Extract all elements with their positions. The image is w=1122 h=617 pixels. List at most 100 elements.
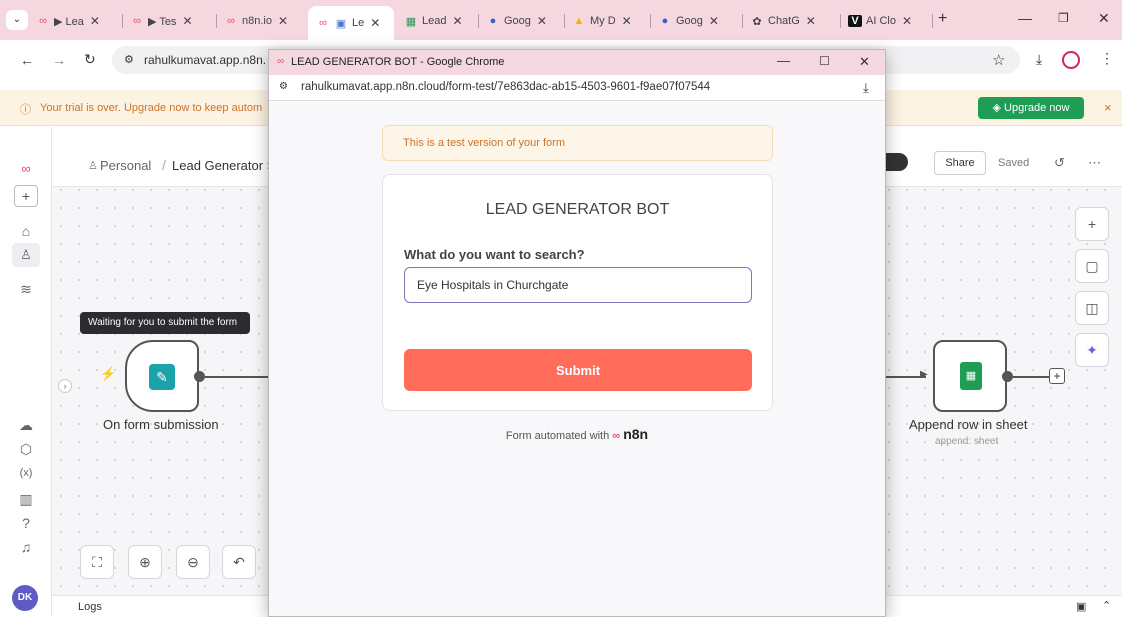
v-icon: V — [848, 15, 862, 27]
add-button[interactable]: + — [14, 185, 38, 207]
notifications-icon[interactable]: ♫ — [16, 537, 36, 557]
submit-button[interactable]: Submit — [404, 349, 752, 391]
address-text: rahulkumavat.app.n8n. — [144, 53, 267, 67]
close-window-icon[interactable]: ✕ — [1098, 10, 1110, 27]
app-sidebar: ∞ + ⌂ ♙ ≋ › ☁ ⬡ (x) ▥ ? ♫ DK — [0, 127, 72, 617]
browser-tab[interactable]: ● Goog ✕ — [486, 8, 560, 34]
close-icon[interactable]: ✕ — [278, 14, 288, 28]
sheets-icon: ▦ — [960, 362, 982, 390]
browser-tab[interactable]: ∞ n8n.io ✕ — [224, 8, 304, 34]
node-title: On form submission — [103, 417, 219, 432]
browser-tab[interactable]: ● Goog ✕ — [658, 8, 738, 34]
breadcrumb-owner[interactable]: Personal — [100, 158, 151, 173]
browser-tab-active[interactable]: ∞ ▣ Le ✕ — [308, 6, 394, 40]
add-node-button[interactable]: + — [1075, 207, 1109, 241]
logs-panel-icon[interactable]: ▣ — [1076, 600, 1086, 613]
chevron-up-icon[interactable]: ⌃ — [1102, 599, 1111, 612]
download-icon[interactable]: ⤓ — [1036, 51, 1042, 68]
add-node-icon[interactable]: + — [1049, 368, 1065, 384]
close-icon[interactable]: ✕ — [90, 14, 100, 28]
close-icon[interactable]: ✕ — [902, 14, 912, 28]
info-icon: ⓘ — [20, 104, 31, 116]
question-label: What do you want to search? — [404, 247, 585, 262]
logs-label: Logs — [78, 601, 102, 613]
expand-sidebar-icon[interactable]: › — [58, 379, 72, 393]
layers-icon[interactable]: ≋ — [16, 279, 36, 299]
new-tab-icon[interactable]: + — [938, 10, 947, 28]
restore-icon[interactable]: ☐ — [819, 54, 830, 68]
personal-icon[interactable]: ♙ — [12, 243, 40, 267]
browser-tab[interactable]: ✿ ChatG ✕ — [750, 8, 836, 34]
waiting-tooltip: Waiting for you to submit the form — [80, 312, 250, 334]
popup-window-title: LEAD GENERATOR BOT - Google Chrome — [291, 56, 505, 68]
connection-line — [1013, 376, 1049, 378]
templates-icon[interactable]: ⬡ — [16, 439, 36, 459]
undo-icon[interactable]: ↶ — [222, 545, 256, 579]
close-icon[interactable]: ✕ — [622, 14, 632, 28]
close-icon[interactable]: ✕ — [370, 16, 380, 30]
saved-status: Saved — [998, 157, 1030, 169]
n8n-logo-icon[interactable]: ∞ — [16, 159, 36, 179]
browser-tab[interactable]: ▲ My D ✕ — [572, 8, 646, 34]
minimize-icon[interactable]: — — [777, 53, 790, 68]
popup-address-bar[interactable]: ⚙ rahulkumavat.app.n8n.cloud/form-test/7… — [269, 75, 885, 101]
form-footer: Form automated with ∞ n8n — [505, 426, 649, 442]
restore-icon[interactable]: ❐ — [1058, 11, 1069, 25]
more-icon[interactable]: ⋯ — [1088, 155, 1101, 171]
close-icon[interactable]: ✕ — [537, 14, 547, 28]
form-trigger-node[interactable]: ✎ — [125, 340, 199, 412]
browser-tab[interactable]: ∞ ▶ Tes ✕ — [130, 8, 212, 34]
tab-divider — [478, 14, 479, 28]
fit-view-button[interactable]: ⛶ — [80, 545, 114, 579]
banner-close-icon[interactable]: × — [1104, 100, 1112, 115]
cloud-icon[interactable]: ☁ — [16, 415, 36, 435]
minimize-icon[interactable]: — — [1018, 10, 1032, 26]
back-icon[interactable]: ← — [20, 52, 34, 68]
site-info-icon[interactable]: ⚙ — [279, 81, 288, 92]
node-connector-dot[interactable] — [194, 371, 205, 382]
workflow-name[interactable]: Lead Generator S — [172, 158, 275, 173]
close-icon[interactable]: ✕ — [709, 14, 719, 28]
panel-toggle-button[interactable]: ◫ — [1075, 291, 1109, 325]
n8n-logo-icon: ∞ — [612, 430, 621, 442]
browser-tab[interactable]: ▦ Lead ✕ — [404, 8, 474, 34]
tab-divider — [840, 14, 841, 28]
browser-tab[interactable]: ∞ ▶ Lea ✕ — [36, 8, 118, 34]
ai-assistant-button[interactable]: ✦ — [1075, 333, 1109, 367]
share-button[interactable]: Share — [934, 151, 986, 175]
chatgpt-icon: ✿ — [752, 15, 762, 28]
history-icon[interactable]: ↺ — [1054, 155, 1065, 171]
node-connector-dot[interactable] — [1002, 371, 1013, 382]
n8n-icon: ∞ — [277, 56, 285, 67]
close-icon[interactable]: ✕ — [182, 14, 192, 28]
upgrade-button[interactable]: ◈ Upgrade now — [978, 97, 1084, 119]
zoom-in-icon[interactable]: ⊕ — [128, 545, 162, 579]
popup-titlebar: ∞ LEAD GENERATOR BOT - Google Chrome — ☐… — [269, 50, 885, 75]
forward-icon[interactable]: → — [52, 52, 66, 68]
banner-text: Your trial is over. Upgrade now to keep … — [40, 102, 263, 114]
search-input[interactable] — [404, 267, 752, 303]
close-icon[interactable]: ✕ — [806, 14, 816, 28]
browser-tab[interactable]: V AI Clo ✕ — [848, 8, 928, 34]
help-icon[interactable]: ? — [16, 513, 36, 533]
avatar[interactable]: DK — [12, 585, 38, 611]
sheets-node[interactable]: ▦ — [933, 340, 1007, 412]
home-icon[interactable]: ⌂ — [16, 221, 36, 241]
profile-icon[interactable] — [1062, 51, 1080, 69]
tab-search-dropdown[interactable]: ⌄ — [6, 10, 28, 30]
download-icon[interactable]: ⤓ — [863, 80, 869, 96]
n8n-icon: ∞ — [39, 15, 47, 27]
bookmark-star-icon[interactable]: ☆ — [992, 51, 1005, 69]
sheets-icon: ▦ — [405, 15, 417, 28]
insights-icon[interactable]: ▥ — [16, 489, 36, 509]
close-icon[interactable]: ✕ — [452, 14, 462, 28]
variables-icon[interactable]: (x) — [16, 463, 36, 483]
close-window-icon[interactable]: ✕ — [859, 54, 870, 70]
site-info-icon[interactable]: ⚙ — [124, 53, 134, 66]
tab-divider — [216, 14, 217, 28]
reload-icon[interactable]: ↻ — [84, 51, 96, 68]
zoom-out-icon[interactable]: ⊖ — [176, 545, 210, 579]
tab-divider — [932, 14, 933, 28]
sticky-note-button[interactable]: ▢ — [1075, 249, 1109, 283]
menu-icon[interactable]: ⋮ — [1100, 50, 1114, 67]
